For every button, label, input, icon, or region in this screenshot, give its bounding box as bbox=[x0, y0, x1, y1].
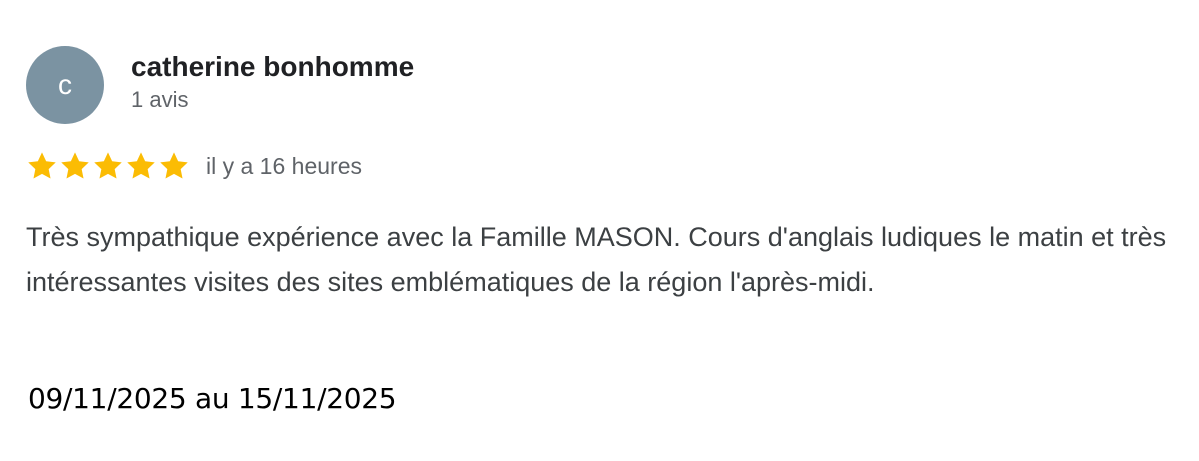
author-name[interactable]: catherine bonhomme bbox=[131, 50, 414, 84]
author-review-count: 1 avis bbox=[131, 87, 189, 112]
rating-row: il y a 16 heures bbox=[26, 150, 362, 182]
review-card: c catherine bonhomme 1 avis il y a 16 he… bbox=[0, 0, 1199, 461]
review-text: Très sympathique expérience avec la Fami… bbox=[26, 222, 1167, 297]
review-time: il y a 16 heures bbox=[206, 152, 362, 179]
star-icon bbox=[158, 150, 190, 182]
star-icon bbox=[125, 150, 157, 182]
star-icon bbox=[92, 150, 124, 182]
star-icon bbox=[26, 150, 58, 182]
star-rating bbox=[26, 150, 190, 182]
review-header: c catherine bonhomme 1 avis bbox=[26, 46, 414, 124]
star-icon bbox=[59, 150, 91, 182]
avatar[interactable]: c bbox=[26, 46, 104, 124]
stay-date-range: 09/11/2025 au 15/11/2025 bbox=[28, 382, 397, 415]
author-info: catherine bonhomme 1 avis bbox=[131, 50, 414, 114]
